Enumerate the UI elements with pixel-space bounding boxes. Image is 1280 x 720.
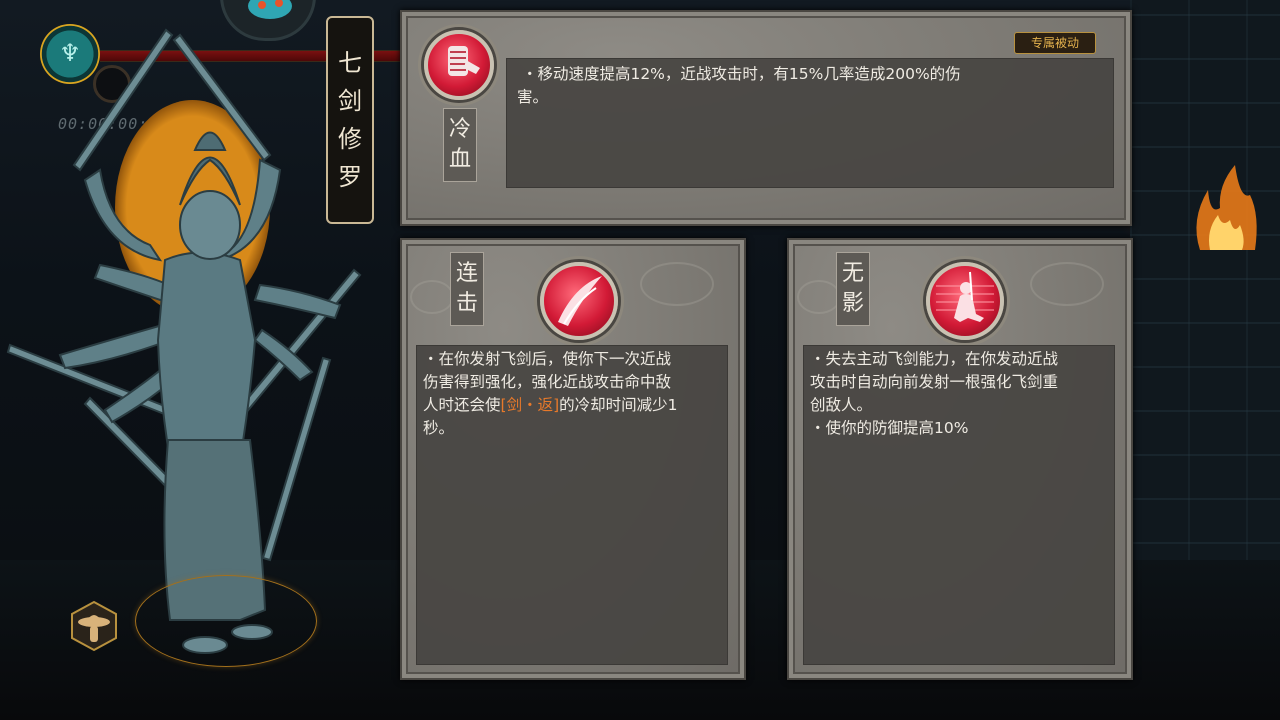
combo-skill-name: 连 击 — [450, 252, 484, 326]
sword-return-skill-link[interactable]: [剑・返] — [501, 396, 560, 414]
character-name-char: 剑 — [338, 87, 362, 115]
bandaged-fist-icon[interactable] — [424, 30, 494, 100]
passive-description: ・移动速度提高12%，近战攻击时，有15%几率造成200%的伤 害。 — [506, 58, 1114, 188]
hat-character-button[interactable] — [68, 600, 120, 652]
character-name-banner: 七 剑 修 罗 — [326, 16, 374, 224]
kneeling-swordsman-icon[interactable] — [926, 262, 1004, 340]
shadowless-skill-name: 无 影 — [836, 252, 870, 326]
character-name-char: 修 — [338, 125, 362, 153]
exclusive-passive-badge: 专属被动 — [1014, 32, 1096, 54]
character-name-char: 七 — [338, 49, 362, 77]
character-pedestal-ring — [135, 575, 317, 667]
shadowless-skill-description: ・失去主动飞剑能力，在你发动近战 攻击时自动向前发射一根强化飞剑重 创敌人。 ・… — [803, 345, 1115, 665]
torch-fire-icon — [1196, 165, 1257, 250]
sword-slash-icon[interactable] — [540, 262, 618, 340]
mascot-bird-icon — [248, 0, 292, 19]
passive-skill-name: 冷 血 — [443, 108, 477, 182]
combo-skill-description: ・在你发射飞剑后，使你下一次近战 伤害得到强化，强化近战攻击命中敌 人时还会使[… — [416, 345, 728, 665]
character-name-char: 罗 — [338, 163, 362, 191]
